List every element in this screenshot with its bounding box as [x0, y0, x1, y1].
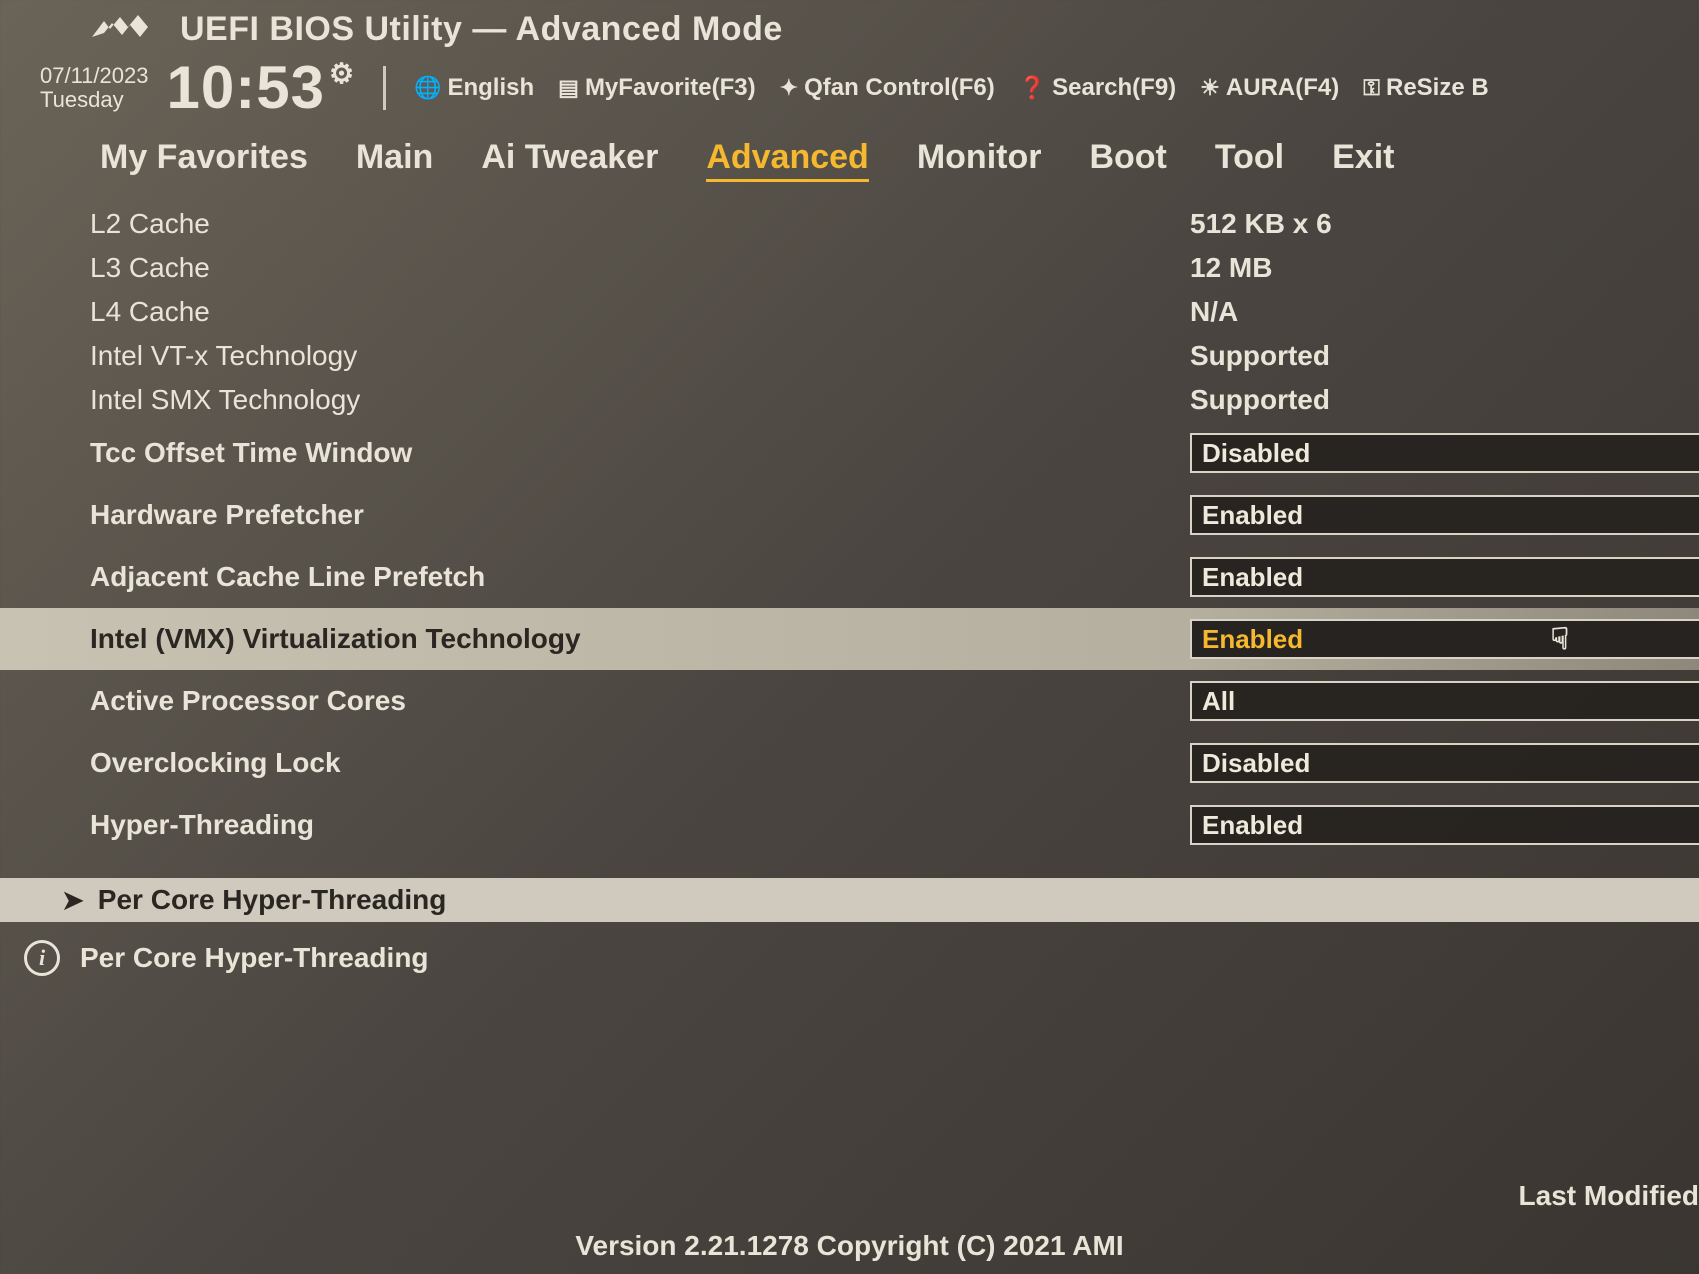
info-row-l4-cache: L4 Cache N/A [0, 290, 1699, 334]
app-title: UEFI BIOS Utility — Advanced Mode [180, 10, 783, 49]
tab-advanced[interactable]: Advanced [706, 138, 869, 182]
info-value: N/A [1190, 296, 1238, 328]
option-dropdown[interactable]: Enabled [1190, 805, 1699, 845]
option-label: Hardware Prefetcher [90, 499, 1190, 531]
tab-exit[interactable]: Exit [1332, 138, 1394, 182]
tab-main[interactable]: Main [356, 138, 433, 182]
toolbar-language[interactable]: 🌐 English [414, 74, 534, 102]
submenu-label: Per Core Hyper-Threading [98, 884, 447, 916]
toolbar-resize-label: ReSize B [1386, 74, 1489, 102]
info-icon: i [24, 940, 60, 976]
toolbar-qfan-label: Qfan Control(F6) [804, 74, 995, 102]
option-label: Tcc Offset Time Window [90, 437, 1190, 469]
option-label: Overclocking Lock [90, 747, 1190, 779]
toolbar-search-label: Search(F9) [1052, 74, 1176, 102]
tab-my-favorites[interactable]: My Favorites [100, 138, 308, 182]
info-row-vtx: Intel VT-x Technology Supported [0, 334, 1699, 378]
time-text: 10:53 [166, 53, 324, 122]
option-label: Active Processor Cores [90, 685, 1190, 717]
tab-monitor[interactable]: Monitor [917, 138, 1042, 182]
date-text: 07/11/2023 [40, 64, 148, 87]
option-label: Adjacent Cache Line Prefetch [90, 561, 1190, 593]
info-label: Intel SMX Technology [90, 384, 1190, 416]
tab-boot[interactable]: Boot [1089, 138, 1166, 182]
question-icon: ❓ [1019, 75, 1046, 101]
toolbar-aura[interactable]: ☀ AURA(F4) [1200, 74, 1339, 102]
date-block: 07/11/2023 Tuesday [40, 64, 148, 110]
day-text: Tuesday [40, 88, 148, 111]
option-adjacent-cache-line-prefetch[interactable]: Adjacent Cache Line Prefetch Enabled [0, 546, 1699, 608]
toolbar-resize[interactable]: ⚿ ReSize B [1363, 74, 1488, 102]
globe-icon: 🌐 [414, 75, 441, 101]
info-label: Intel VT-x Technology [90, 340, 1190, 372]
toolbar-aura-label: AURA(F4) [1226, 74, 1339, 102]
divider [383, 66, 386, 110]
last-modified-label[interactable]: Last Modified [1519, 1180, 1699, 1212]
option-dropdown[interactable]: Disabled [1190, 743, 1699, 783]
option-dropdown[interactable]: All [1190, 681, 1699, 721]
version-text: Version 2.21.1278 Copyright (C) 2021 AMI [575, 1230, 1123, 1262]
option-dropdown[interactable]: Disabled [1190, 433, 1699, 473]
submenu-per-core-hyper-threading[interactable]: ➤ Per Core Hyper-Threading [0, 878, 1699, 922]
info-value: 12 MB [1190, 252, 1272, 284]
gear-icon[interactable]: ⚙ [329, 57, 355, 90]
brand-logo [90, 15, 150, 45]
option-overclocking-lock[interactable]: Overclocking Lock Disabled [0, 732, 1699, 794]
sun-icon: ☀ [1200, 75, 1220, 101]
toolbar-myfavorite[interactable]: ▤ MyFavorite(F3) [558, 74, 756, 102]
option-active-processor-cores[interactable]: Active Processor Cores All [0, 670, 1699, 732]
tab-ai-tweaker[interactable]: Ai Tweaker [481, 138, 658, 182]
info-label: L3 Cache [90, 252, 1190, 284]
footer: Last Modified Version 2.21.1278 Copyrigh… [0, 1154, 1699, 1274]
chevron-right-icon: ➤ [62, 885, 84, 916]
toolbar-search[interactable]: ❓ Search(F9) [1019, 74, 1176, 102]
option-dropdown[interactable]: Enabled ☟ [1190, 619, 1699, 659]
toolbar: 🌐 English ▤ MyFavorite(F3) ✦ Qfan Contro… [414, 74, 1679, 102]
toolbar-language-label: English [447, 74, 534, 102]
hand-cursor-icon: ☟ [1551, 622, 1569, 657]
list-icon: ▤ [558, 75, 579, 101]
info-row-smx: Intel SMX Technology Supported [0, 378, 1699, 422]
toolbar-qfan[interactable]: ✦ Qfan Control(F6) [780, 74, 995, 102]
info-value: Supported [1190, 340, 1330, 372]
option-hardware-prefetcher[interactable]: Hardware Prefetcher Enabled [0, 484, 1699, 546]
option-hyper-threading[interactable]: Hyper-Threading Enabled [0, 794, 1699, 856]
option-intel-vmx-virtualization[interactable]: Intel (VMX) Virtualization Technology En… [0, 608, 1699, 670]
toolbar-myfavorite-label: MyFavorite(F3) [585, 74, 756, 102]
clock: 10:53 ⚙ [166, 53, 355, 122]
info-label: L4 Cache [90, 296, 1190, 328]
info-value: Supported [1190, 384, 1330, 416]
option-label: Intel (VMX) Virtualization Technology [90, 623, 1190, 655]
tab-tool[interactable]: Tool [1215, 138, 1284, 182]
info-value: 512 KB x 6 [1190, 208, 1332, 240]
settings-panel: L2 Cache 512 KB x 6 L3 Cache 12 MB L4 Ca… [0, 194, 1699, 922]
option-dropdown[interactable]: Enabled [1190, 557, 1699, 597]
info-label: L2 Cache [90, 208, 1190, 240]
option-label: Hyper-Threading [90, 809, 1190, 841]
info-row-l2-cache: L2 Cache 512 KB x 6 [0, 202, 1699, 246]
option-value: Enabled [1202, 624, 1303, 655]
key-icon: ⚿ [1363, 75, 1380, 101]
info-row-l3-cache: L3 Cache 12 MB [0, 246, 1699, 290]
option-dropdown[interactable]: Enabled [1190, 495, 1699, 535]
fan-icon: ✦ [780, 75, 798, 101]
help-text: Per Core Hyper-Threading [80, 942, 429, 974]
main-tabs: My Favorites Main Ai Tweaker Advanced Mo… [20, 132, 1679, 194]
help-panel: i Per Core Hyper-Threading [0, 922, 1699, 976]
option-tcc-offset-time-window[interactable]: Tcc Offset Time Window Disabled [0, 422, 1699, 484]
